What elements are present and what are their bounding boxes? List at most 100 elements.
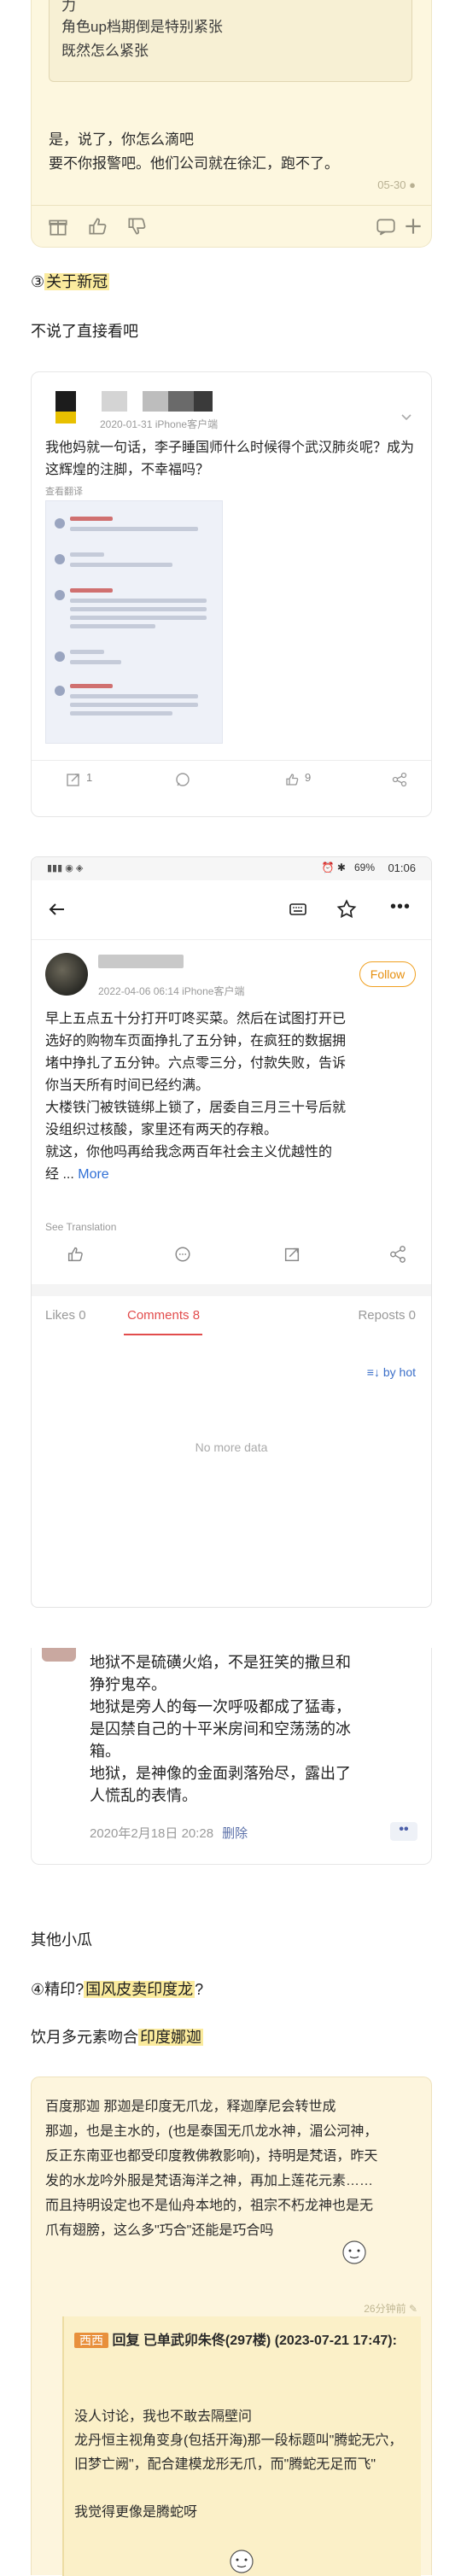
tab-count: 8 xyxy=(192,1308,201,1323)
username-redacted[interactable] xyxy=(102,391,127,412)
quote-line: 既然怎么紧张 xyxy=(61,43,149,59)
divider xyxy=(32,760,431,761)
like-icon[interactable] xyxy=(66,1245,85,1264)
comment-tabs: Likes 0 Comments 8 Reposts 0 xyxy=(32,1296,431,1335)
username-redacted[interactable] xyxy=(98,955,184,968)
tab-reposts[interactable]: Reposts 0 xyxy=(358,1308,416,1323)
weibo-post-card: 2020-01-31 iPhone客户端 我他妈就一句话，李子睡国师什么时候得个… xyxy=(31,371,432,817)
keyboard-icon[interactable] xyxy=(288,899,308,920)
like-count: 9 xyxy=(305,771,312,784)
post-time: 2020年2月18日 20:28 删除 xyxy=(90,1824,248,1842)
signal-icon: ▮▮▮ ◉ ◈ xyxy=(47,863,84,873)
shot-line xyxy=(70,650,104,654)
shot-line xyxy=(70,552,104,557)
repost-icon[interactable] xyxy=(283,1245,301,1264)
delete-link[interactable]: 删除 xyxy=(222,1826,248,1841)
embedded-screenshot-image[interactable] xyxy=(45,500,223,744)
repost-icon[interactable] xyxy=(66,772,81,787)
quote-line: 我觉得更像是腾蛇呀 xyxy=(74,2505,198,2520)
comment-icon[interactable] xyxy=(175,772,190,787)
more-options-button[interactable]: •• xyxy=(390,1822,417,1841)
text-line: 箱。 xyxy=(90,1743,120,1760)
shot-line xyxy=(70,517,113,521)
avatar xyxy=(55,518,65,529)
text-line: 地狱，是神像的金面剥落殆尽，露出了 xyxy=(90,1765,351,1782)
repost-count: 1 xyxy=(86,771,93,784)
text-line: 地狱不是硫磺火焰，不是狂笑的撒旦和 xyxy=(90,1654,351,1671)
sticker-emoji-icon xyxy=(342,2240,366,2264)
username-redacted[interactable] xyxy=(168,391,194,412)
shot-line xyxy=(70,527,198,531)
tab-likes[interactable]: Likes 0 xyxy=(45,1308,86,1323)
star-icon[interactable] xyxy=(336,898,358,920)
divider xyxy=(32,205,431,206)
text-line: 那迦，也是主水的，(也是泰国无爪龙水神，湄公河神， xyxy=(45,2124,378,2139)
text-tail: 经 ... xyxy=(45,1167,74,1182)
tab-label: Comments xyxy=(127,1308,190,1323)
avatar[interactable] xyxy=(55,391,76,412)
text-line: 反正东南亚也都受印度教佛教影响)，持明是梵语，昨天 xyxy=(45,2149,378,2164)
text-line: 地狱是旁人的每一次呼吸都成了猛毒， xyxy=(90,1698,351,1715)
status-bar: ▮▮▮ ◉ ◈ 69% ⏰ ✱ 01:06 xyxy=(32,857,431,880)
tab-count: 0 xyxy=(79,1308,86,1323)
translate-link[interactable]: 查看翻译 xyxy=(45,484,83,498)
section-pre: 精印? xyxy=(44,1981,85,1998)
translate-link[interactable]: See Translation xyxy=(45,1221,116,1233)
tab-label: Reposts xyxy=(358,1308,406,1323)
follow-button[interactable]: Follow xyxy=(359,961,416,987)
apple-icon: ● xyxy=(409,178,416,191)
like-icon[interactable] xyxy=(284,772,300,787)
text-line: 人慌乱的表情。 xyxy=(90,1787,197,1804)
post-meta: 2020-01-31 iPhone客户端 xyxy=(100,418,219,430)
shot-line xyxy=(70,588,113,593)
sort-label: by hot xyxy=(382,1365,416,1379)
quote-line: 角色up档期倒是特别紧张 xyxy=(61,19,223,35)
quote-header-text: 回复 已单武卯朱佟(297楼) (2023-07-21 17:47): xyxy=(112,2334,397,2348)
more-menu-icon[interactable]: ••• xyxy=(390,897,411,917)
status-time: 01:06 xyxy=(388,862,416,874)
section-highlight: 国风皮卖印度龙 xyxy=(84,1981,195,1998)
section-title: 关于新冠 xyxy=(44,273,110,290)
username-redacted[interactable] xyxy=(194,391,213,412)
sort-icon: ≡↓ xyxy=(366,1365,380,1379)
plus-icon[interactable] xyxy=(402,215,424,237)
active-tab-indicator xyxy=(124,1334,202,1335)
back-arrow-icon[interactable] xyxy=(47,899,67,920)
quote-line: 龙丹恒主视角变身(包括开海)那一段标题叫"腾蛇无穴，旧梦亡阙"，配合建模龙形无爪… xyxy=(74,2433,403,2472)
shot-line xyxy=(70,599,207,603)
time-label: 26分钟前 xyxy=(364,2303,406,2315)
user-tag[interactable]: 西西 xyxy=(74,2333,108,2348)
text-line: 你当天所有时间已经约满。 xyxy=(45,1078,210,1093)
thumbs-up-icon[interactable] xyxy=(86,215,108,237)
avatar xyxy=(55,554,65,564)
pen-icon[interactable]: ✎ xyxy=(409,2303,417,2315)
thumbs-down-icon[interactable] xyxy=(125,215,148,237)
username-redacted[interactable] xyxy=(143,391,168,412)
tab-comments[interactable]: Comments 8 xyxy=(127,1308,200,1323)
share-icon[interactable] xyxy=(388,1245,407,1264)
comment-icon[interactable] xyxy=(173,1245,192,1264)
section-post: ? xyxy=(195,1981,204,1998)
post-card-1: 力 角色up档期倒是特别紧张 既然怎么紧张 是，说了，你怎么滴吧 要不你报警吧。… xyxy=(31,0,432,248)
quote-line: 没人讨论，我也不敢去隔壁问 xyxy=(74,2410,253,2424)
post-time: 26分钟前 ✎ xyxy=(364,2301,417,2316)
chevron-down-icon[interactable] xyxy=(400,412,412,423)
no-more-data-label: No more data xyxy=(195,1440,268,1454)
action-bar xyxy=(32,215,431,237)
share-icon[interactable] xyxy=(392,772,407,787)
avatar xyxy=(55,651,65,662)
text-line: 而且持明设定也不是仙舟本地的，祖宗不朽龙神也是无 xyxy=(45,2199,374,2213)
section-number: ③ xyxy=(31,273,45,290)
comment-icon[interactable] xyxy=(375,215,397,237)
text-line: 没组织过核酸，家里还有两天的存粮。 xyxy=(45,1123,278,1137)
avatar[interactable] xyxy=(42,1648,76,1662)
shot-line xyxy=(70,711,172,716)
sort-by-hot-button[interactable]: ≡↓ by hot xyxy=(367,1365,416,1379)
section-gap xyxy=(32,1284,431,1296)
alarm-icon: ⏰ ✱ xyxy=(321,862,346,873)
gift-icon[interactable] xyxy=(47,215,69,237)
more-link[interactable]: More xyxy=(78,1167,108,1182)
avatar[interactable] xyxy=(45,953,88,996)
quote-post-card: 地狱不是硫磺火焰，不是狂笑的撒旦和 狰狞鬼卒。 地狱是旁人的每一次呼吸都成了猛毒… xyxy=(31,1648,432,1865)
quoted-reply: 力 角色up档期倒是特别紧张 既然怎么紧张 xyxy=(49,0,412,82)
